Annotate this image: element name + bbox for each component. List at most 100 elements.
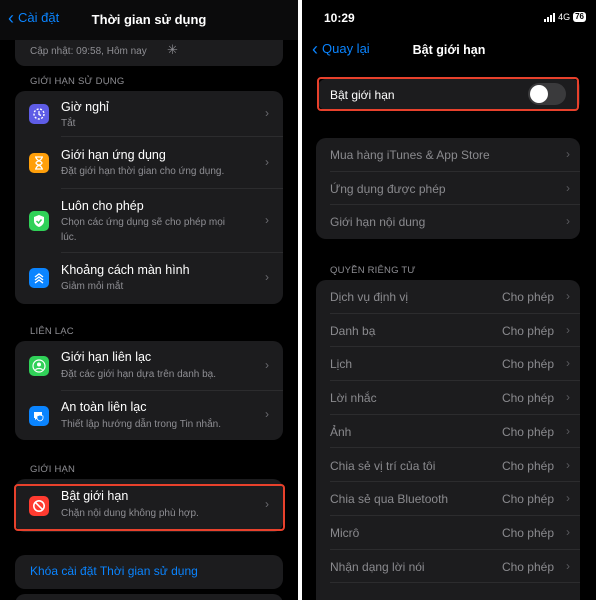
restrictions-panel: 10:29 4G 76 ‹ Quay lại Bật giới hạn Bật … <box>302 0 596 600</box>
chevron-right-icon: › <box>566 423 570 438</box>
row-label: Chia sẻ vị trí của tôi <box>330 458 436 473</box>
row-label: Mua hàng iTunes & App Store <box>330 148 490 162</box>
network-label: 4G <box>558 12 571 22</box>
chevron-right-icon: › <box>566 356 570 371</box>
section-header-communication: LIÊN LẠC <box>30 326 74 337</box>
row-value: Cho phép <box>501 492 554 507</box>
list-item-app-limits[interactable]: Giới hạn ứng dụng Đặt giới hạn thời gian… <box>15 137 283 189</box>
hourglass-icon <box>29 153 49 173</box>
update-status-text: Cập nhật: 09:58, Hôm nay <box>30 46 147 57</box>
row-label: Dịch vụ định vị <box>330 290 409 304</box>
list-item-screen-distance[interactable]: Khoảng cách màn hình Giảm mỏi mắt › <box>15 253 283 304</box>
list-item-itunes-purchases[interactable]: Mua hàng iTunes & App Store › <box>316 138 580 172</box>
list-item-reminders[interactable]: Lời nhắc Cho phép › <box>316 381 580 415</box>
row-value: Cho phép <box>501 391 554 406</box>
highlight-box <box>14 484 285 531</box>
row-title: An toàn liên lạc <box>61 400 147 414</box>
row-title: Luôn cho phép <box>61 199 144 213</box>
row-subtitle: Tắt <box>61 118 76 129</box>
highlight-box <box>317 77 579 111</box>
chevron-right-icon: › <box>265 358 269 372</box>
chevron-right-icon: › <box>265 270 269 284</box>
chevron-right-icon: › <box>265 213 269 227</box>
chevron-right-icon: › <box>566 214 570 229</box>
chevron-right-icon: › <box>566 524 570 539</box>
chevron-right-icon: › <box>566 147 570 161</box>
row-value: Cho phép <box>501 525 554 540</box>
row-subtitle: Giảm mỏi mắt <box>61 281 124 292</box>
row-value: Cho phép <box>501 458 554 473</box>
row-title: Giờ nghỉ <box>61 100 109 114</box>
battery-icon: 76 <box>573 12 586 22</box>
row-title: Giới hạn liên lạc <box>61 350 152 364</box>
contact-icon <box>29 356 49 376</box>
chevron-right-icon: › <box>566 180 570 195</box>
section-header-usage-limits: GIỚI HẠN SỬ DỤNG <box>30 76 125 87</box>
list-item-location-services[interactable]: Dịch vụ định vị Cho phép › <box>316 280 580 314</box>
list-item-partial <box>15 594 283 600</box>
list-item-communication-safety[interactable]: An toàn liên lạc Thiết lập hướng dẫn tro… <box>15 391 283 440</box>
divider <box>330 582 580 584</box>
store-settings-group: Mua hàng iTunes & App Store › Ứng dụng đ… <box>316 138 580 239</box>
list-item-share-location[interactable]: Chia sẻ vị trí của tôi Cho phép › <box>316 449 580 483</box>
screen-distance-icon <box>29 268 49 288</box>
chevron-right-icon: › <box>265 106 269 120</box>
row-label: Giới hạn nội dung <box>330 215 426 230</box>
usage-limits-group: Giờ nghỉ Tắt › Giới hạn ứng dụng Đặt giớ… <box>15 91 283 304</box>
message-shield-icon <box>29 406 49 426</box>
row-label: Lịch <box>330 357 353 372</box>
list-item-bluetooth-sharing[interactable]: Chia sẻ qua Bluetooth Cho phép › <box>316 482 580 516</box>
communication-group: Giới hạn liên lạc Đặt các giới hạn dựa t… <box>15 341 283 440</box>
chevron-right-icon: › <box>566 558 570 573</box>
screen-time-panel: ‹ Cài đặt Thời gian sử dụng Cập nhật: 09… <box>0 0 298 600</box>
row-subtitle: Chọn các ứng dụng sẽ cho phép mọi lúc. <box>61 217 226 243</box>
row-label: Nhận dạng lời nói <box>330 559 425 574</box>
chevron-right-icon: › <box>566 390 570 405</box>
row-subtitle: Đặt các giới hạn dựa trên danh bạ. <box>61 369 217 380</box>
list-item-microphone[interactable]: Micrô Cho phép › <box>316 516 580 550</box>
lock-settings-link[interactable]: Khóa cài đặt Thời gian sử dụng <box>30 564 198 578</box>
list-item-calendars[interactable]: Lịch Cho phép › <box>316 347 580 382</box>
nav-bar: ‹ Cài đặt Thời gian sử dụng <box>0 0 298 40</box>
section-header-restrictions: GIỚI HẠN <box>30 464 76 475</box>
privacy-group: Dịch vụ định vị Cho phép › Danh bạ Cho p… <box>316 280 580 600</box>
list-item-communication-limits[interactable]: Giới hạn liên lạc Đặt các giới hạn dựa t… <box>15 341 283 391</box>
section-header-privacy: QUYỀN RIÊNG TƯ <box>330 265 416 276</box>
chevron-right-icon: › <box>566 491 570 506</box>
list-item-content-limits[interactable]: Giới hạn nội dung › <box>316 205 580 239</box>
row-value: Cho phép <box>501 357 554 372</box>
row-value: Cho phép <box>501 424 554 439</box>
list-item-allowed-apps[interactable]: Ứng dụng được phép › <box>316 172 580 206</box>
status-time: 10:29 <box>324 11 355 25</box>
row-value: Cho phép <box>501 323 554 338</box>
page-title: Bật giới hạn <box>412 43 486 57</box>
list-item-speech-recognition[interactable]: Nhận dạng lời nói Cho phép › <box>316 550 580 584</box>
row-label: Micrô <box>330 525 360 540</box>
row-value: Cho phép <box>501 290 554 304</box>
list-item-downtime[interactable]: Giờ nghỉ Tắt › <box>15 91 283 137</box>
chevron-right-icon: › <box>265 407 269 421</box>
chevron-right-icon: › <box>566 457 570 472</box>
list-item-always-allowed[interactable]: Luôn cho phép Chọn các ứng dụng sẽ cho p… <box>15 189 283 253</box>
row-title: Khoảng cách màn hình <box>61 263 190 277</box>
row-label: Danh bạ <box>330 323 376 338</box>
list-item-photos[interactable]: Ảnh Cho phép › <box>316 415 580 449</box>
row-label: Ứng dụng được phép <box>330 181 446 196</box>
update-status-row: Cập nhật: 09:58, Hôm nay ✳ <box>15 40 283 66</box>
row-subtitle: Đặt giới hạn thời gian cho ứng dụng. <box>61 166 225 177</box>
row-value: Cho phép <box>501 559 554 574</box>
loading-spinner-icon: ✳ <box>167 42 178 57</box>
chevron-right-icon: › <box>566 322 570 337</box>
page-title: Thời gian sử dụng <box>91 12 207 27</box>
list-item-contacts[interactable]: Danh bạ Cho phép › <box>316 314 580 348</box>
row-label: Ảnh <box>330 424 352 439</box>
row-subtitle: Thiết lập hướng dẫn trong Tin nhắn. <box>61 419 222 430</box>
status-bar-indicators: 4G 76 <box>544 12 586 22</box>
checkmark-shield-icon <box>29 211 49 231</box>
lock-settings-row[interactable]: Khóa cài đặt Thời gian sử dụng <box>15 555 283 589</box>
signal-icon <box>544 12 556 22</box>
row-label: Chia sẻ qua Bluetooth <box>330 492 449 507</box>
row-title: Giới hạn ứng dụng <box>61 148 166 162</box>
downtime-icon <box>29 104 49 124</box>
row-label: Lời nhắc <box>330 391 377 406</box>
